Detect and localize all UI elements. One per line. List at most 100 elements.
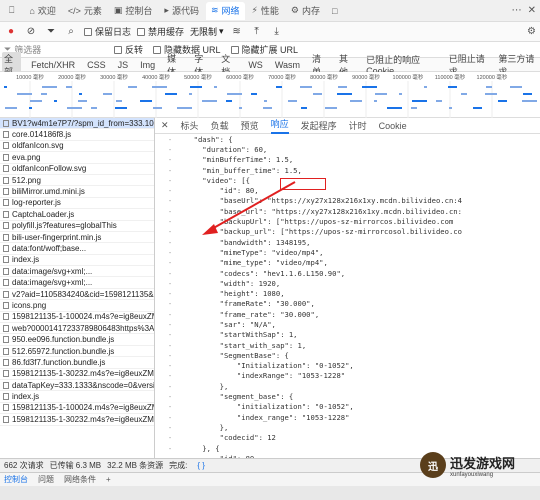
add-tab-icon[interactable]: +: [106, 475, 111, 484]
request-row[interactable]: data:font/woff;base...: [0, 243, 154, 255]
type-filter-1[interactable]: Fetch/XHR: [29, 60, 77, 70]
line-gutter: -: [167, 402, 173, 412]
tab-7[interactable]: ⚙ 内存: [286, 2, 325, 20]
timeline-bar: [522, 99, 537, 102]
code-text: "duration": 60,: [185, 144, 268, 154]
line-gutter: -: [167, 350, 173, 360]
tab-3[interactable]: ▣ 控制台: [109, 2, 158, 20]
filter-icon[interactable]: ⏷: [44, 25, 58, 39]
tab-6[interactable]: ⚡ 性能: [247, 2, 284, 20]
request-row[interactable]: polyfill.js?features=globalThis: [0, 221, 154, 232]
close-icon[interactable]: ✕: [528, 5, 536, 16]
request-row[interactable]: data:image/svg+xml;...: [0, 266, 154, 278]
tab-2[interactable]: </> 元素: [63, 2, 107, 20]
detail-tab-5[interactable]: 计时: [349, 119, 367, 132]
timeline-bar: [128, 85, 137, 88]
request-row[interactable]: web?00001417233789806483https%3A%2F...: [0, 323, 154, 335]
code-line: - "start_with_sap": 1,: [155, 340, 540, 350]
hide-ext-urls-checkbox[interactable]: 隐藏扩展 URL: [230, 43, 298, 56]
request-row[interactable]: 512.65972.function.bundle.js: [0, 346, 154, 358]
request-row[interactable]: log-reporter.js: [0, 198, 154, 210]
timeline-bar: [91, 106, 97, 109]
more-icon[interactable]: ⋯: [512, 5, 522, 16]
detail-tab-0[interactable]: 标头: [181, 119, 199, 132]
watermark-text: 迅发游戏网: [450, 455, 516, 471]
request-row[interactable]: biliMirror.umd.mini.js: [0, 186, 154, 198]
transferred-size: 已传输 6.3 MB: [49, 461, 102, 470]
type-filter-8[interactable]: WS: [246, 60, 265, 70]
line-gutter: -: [167, 247, 173, 257]
type-filter-4[interactable]: Img: [138, 60, 157, 70]
preserve-log-checkbox[interactable]: 保留日志: [84, 25, 131, 38]
request-row[interactable]: eva.png: [0, 152, 154, 164]
line-gutter: -: [167, 443, 173, 453]
request-row[interactable]: CaptchaLoader.js: [0, 209, 154, 221]
request-row[interactable]: 86.fd3f7.function.bundle.js: [0, 357, 154, 369]
import-icon[interactable]: ⤒: [250, 25, 264, 39]
wifi-icon[interactable]: ≋: [230, 25, 244, 39]
detail-tab-2[interactable]: 预览: [241, 119, 259, 132]
request-row[interactable]: oldfanIcon.svg: [0, 141, 154, 153]
clear-icon[interactable]: ⊘: [24, 25, 38, 39]
search-icon[interactable]: ⌕: [64, 25, 78, 39]
timeline-bar: [29, 106, 32, 109]
request-row[interactable]: 1598121135-1-30232.m4s?e=ig8euxZM2...: [0, 414, 154, 426]
tab-4[interactable]: ▸ 源代码: [159, 2, 204, 20]
line-gutter: -: [167, 175, 173, 185]
throttling-select[interactable]: 无限制 ▾: [190, 25, 224, 38]
request-row[interactable]: 1598121135-1-100024.m4s?e=ig8euxZM2...: [0, 403, 154, 415]
tab-0[interactable]: ⎕: [4, 2, 22, 20]
export-icon[interactable]: ⤓: [270, 25, 284, 39]
close-icon[interactable]: ✕: [161, 120, 169, 131]
request-row[interactable]: 950.ee096.function.bundle.js: [0, 334, 154, 346]
drawer-tab-0[interactable]: 控制台: [4, 474, 28, 485]
request-row[interactable]: core.014186f8.js: [0, 129, 154, 141]
tab-1[interactable]: ⌂ 欢迎: [24, 2, 60, 20]
request-row[interactable]: v2?aid=1105834240&cid=1598121135&is...: [0, 289, 154, 301]
request-name: data:font/woff;base...: [12, 243, 87, 253]
settings-icon[interactable]: ⚙: [527, 26, 536, 37]
request-row[interactable]: index.js: [0, 391, 154, 403]
request-row[interactable]: oldfanIconFollow.svg: [0, 164, 154, 175]
request-row[interactable]: icons.png: [0, 300, 154, 312]
detail-tab-4[interactable]: 发起程序: [301, 119, 337, 132]
request-row[interactable]: bili-user-fingerprint.min.js: [0, 232, 154, 244]
type-filter-2[interactable]: CSS: [85, 60, 108, 70]
file-icon: [3, 244, 9, 252]
tab-8[interactable]: □: [327, 2, 345, 20]
code-line: - },: [155, 381, 540, 391]
record-icon[interactable]: ●: [4, 25, 18, 39]
detail-tab-1[interactable]: 负载: [211, 119, 229, 132]
file-icon: [3, 290, 9, 298]
drawer-tab-2[interactable]: 网络条件: [64, 474, 96, 485]
preserve-log-label: 保留日志: [95, 27, 132, 37]
code-line: - "min_buffer_time": 1.5,: [155, 165, 540, 175]
detail-tab-6[interactable]: Cookie: [379, 121, 407, 131]
detail-tab-3[interactable]: 响应: [270, 117, 289, 134]
request-row[interactable]: index.js: [0, 255, 154, 267]
network-timeline[interactable]: 10000 毫秒 20000 毫秒 30000 毫秒 40000 毫秒 50000 毫秒…: [0, 72, 540, 118]
request-name: index.js: [12, 255, 40, 265]
file-icon: [3, 188, 9, 196]
timeline-tick-label: 10000 毫秒: [16, 73, 44, 81]
request-row[interactable]: data:image/svg+xml;...: [0, 277, 154, 289]
code-text: "Initialization": "0-1052",: [185, 361, 354, 371]
request-row[interactable]: BV1?w4m1e7P7/?spm_id_from=333.1007...: [0, 118, 154, 130]
tab-5[interactable]: ≋ 网络: [205, 1, 245, 20]
type-filter-9[interactable]: Wasm: [273, 60, 302, 70]
disable-cache-checkbox[interactable]: 禁用缓存: [137, 25, 184, 38]
drawer-tab-1[interactable]: 问题: [38, 474, 54, 485]
invert-checkbox[interactable]: 反转: [114, 43, 143, 56]
request-row[interactable]: 1598121135-1-100024.m4s?e=ig8euxZM2...: [0, 312, 154, 324]
line-gutter: -: [167, 217, 173, 227]
type-filter-3[interactable]: JS: [116, 60, 131, 70]
timeline-tick-label: 20000 毫秒: [58, 73, 86, 81]
request-row[interactable]: 1598121135-1-30232.m4s?e=ig8euxZM2...: [0, 369, 154, 380]
file-icon: [3, 267, 9, 275]
request-row[interactable]: 512.png: [0, 175, 154, 187]
code-text: "mime_type": "video/mp4",: [185, 258, 328, 268]
timeline-bar: [30, 99, 42, 102]
request-row[interactable]: dataTapKey=333.1333&nscode=0&versi...: [0, 380, 154, 392]
code-line: - "mime_type": "video/mp4",: [155, 258, 540, 268]
pretty-print-button[interactable]: { }: [197, 461, 205, 470]
